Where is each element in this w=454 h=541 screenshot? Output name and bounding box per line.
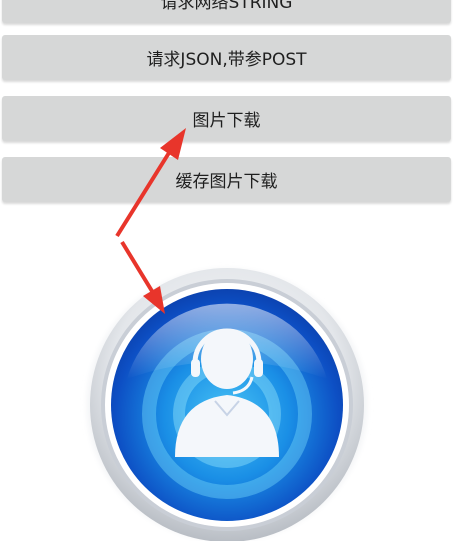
request-json-post-button[interactable]: 请求JSON,带参POST: [2, 35, 451, 80]
request-string-button[interactable]: 请求网络STRING: [2, 0, 451, 23]
downloaded-image-view: [35, 209, 419, 541]
cached-image-download-button[interactable]: 缓存图片下载: [2, 157, 451, 202]
image-download-button[interactable]: 图片下载: [2, 96, 451, 141]
customer-service-avatar-icon: [87, 268, 367, 541]
app-screen: 请求网络STRING 请求JSON,带参POST 图片下载 缓存图片下载: [0, 0, 454, 541]
